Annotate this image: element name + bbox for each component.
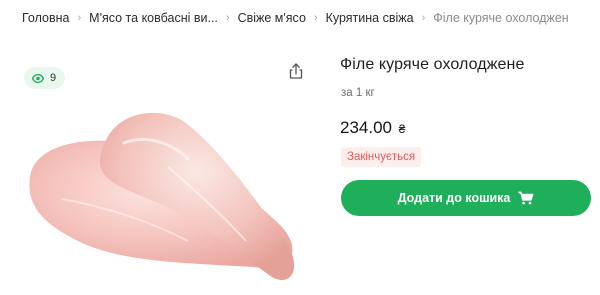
breadcrumb-home[interactable]: Головна [22,11,70,25]
stock-status-badge: Закінчується [341,147,422,167]
share-icon[interactable] [286,61,306,81]
price-value: 234.00 [340,118,392,137]
product-image [29,112,295,281]
breadcrumb: Головна › М'ясо та ковбасні ви... › Свіж… [22,9,600,27]
breadcrumb-meat-sausage[interactable]: М'ясо та ковбасні ви... [89,11,218,25]
breadcrumb-fresh-chicken[interactable]: Курятина свіжа [326,11,414,25]
chevron-right-icon: › [225,12,230,24]
chevron-right-icon: › [77,12,82,24]
product-title: Філе куряче охолоджене [340,56,525,73]
views-badge: 9 [24,67,66,89]
product-unit: за 1 кг [341,87,375,99]
price-currency: ₴ [398,122,406,136]
add-to-cart-label: Додати до кошика [397,191,511,205]
product-price: 234.00 ₴ [340,118,405,138]
chevron-right-icon: › [421,12,426,24]
breadcrumb-fresh-meat[interactable]: Свіже м'ясо [238,11,306,25]
add-to-cart-button[interactable]: Додати до кошика [341,180,591,216]
views-count: 9 [50,72,57,84]
eye-icon [32,73,44,83]
breadcrumb-current: Філе куряче охолоджен [433,11,569,25]
cart-icon [518,191,534,205]
chevron-right-icon: › [313,12,318,24]
